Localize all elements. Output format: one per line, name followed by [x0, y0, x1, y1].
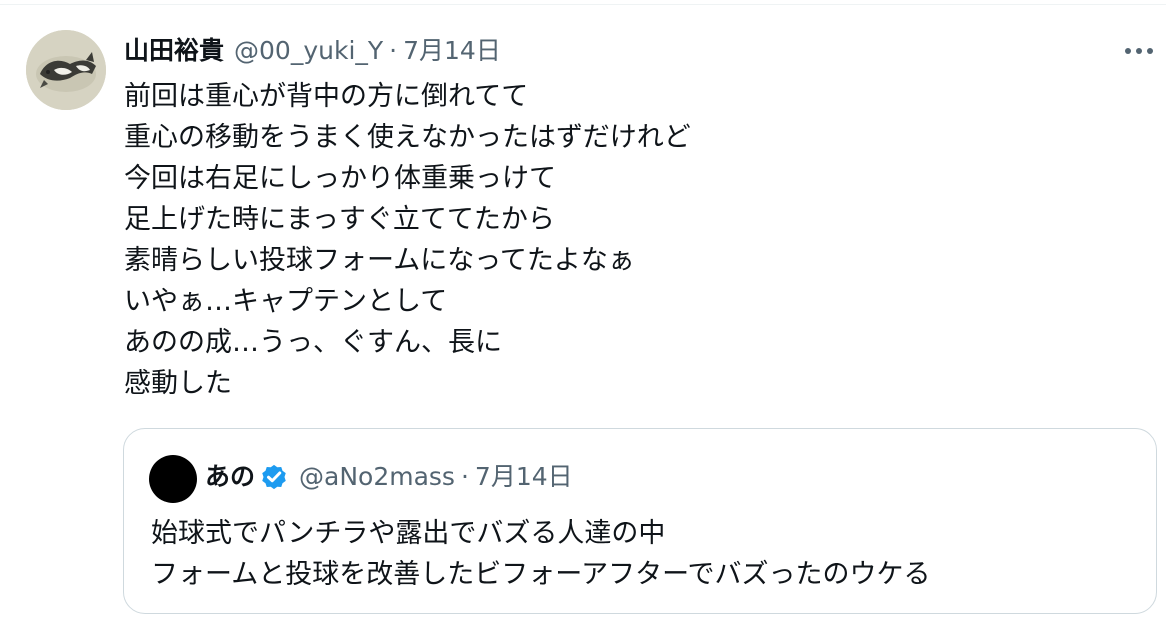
avatar-photo	[26, 30, 106, 110]
tweet[interactable]: 山田裕貴 @00_yuki_Y · 7月14日 前回は重心が背中の方に倒れてて …	[0, 0, 1166, 623]
verified-badge-icon	[259, 462, 289, 492]
more-options-button[interactable]	[1118, 34, 1160, 68]
quoted-author-handle: @aNo2mass	[299, 462, 455, 491]
tweet-text-line: 今回は右足にしっかり体重乗っけて	[124, 163, 556, 194]
tweet-text: 前回は重心が背中の方に倒れてて 重心の移動をうまく使えなかったはずだけれど 今回…	[124, 76, 1124, 404]
tweet-text-line: あのの成…うっ、ぐすん、長に	[124, 327, 502, 358]
tweet-date[interactable]: 7月14日	[403, 34, 501, 68]
tweet-text-line: 素晴らしい投球フォームになってたよなぁ	[124, 245, 635, 276]
tweet-header: 山田裕貴 @00_yuki_Y · 7月14日	[124, 34, 501, 68]
tweet-text-line: 重心の移動をうまく使えなかったはずだけれど	[124, 122, 691, 153]
tweet-text-line: 足上げた時にまっすぐ立ててたから	[124, 204, 555, 235]
quoted-date: 7月14日	[474, 462, 573, 491]
author-name[interactable]: 山田裕貴	[124, 34, 224, 68]
tweet-text-line: いやぁ…キャプテンとして	[124, 286, 448, 317]
avatar[interactable]	[26, 30, 106, 110]
author-handle[interactable]: @00_yuki_Y	[234, 34, 383, 68]
quoted-tweet[interactable]: あの @aNo2mass · 7月14日 始球式でパンチラや露出でバズる人達の中…	[123, 428, 1157, 614]
tweet-text-line: 感動した	[124, 368, 232, 399]
quoted-text-line: フォームと投球を改善したビフォーアフターでバズったのウケる	[151, 559, 931, 590]
quoted-text-line: 始球式でパンチラや露出でバズる人達の中	[151, 518, 666, 549]
tweet-text-line: 前回は重心が背中の方に倒れてて	[124, 81, 529, 112]
quoted-header: あの @aNo2mass · 7月14日	[205, 459, 573, 495]
quoted-author-name: あの	[205, 462, 256, 491]
quoted-avatar[interactable]	[149, 455, 197, 503]
quoted-text: 始球式でパンチラや露出でバズる人達の中 フォームと投球を改善したビフォーアフター…	[151, 513, 931, 595]
separator-dot: ·	[460, 462, 469, 491]
more-horizontal-icon	[1125, 48, 1153, 54]
separator-dot: ·	[389, 36, 398, 65]
